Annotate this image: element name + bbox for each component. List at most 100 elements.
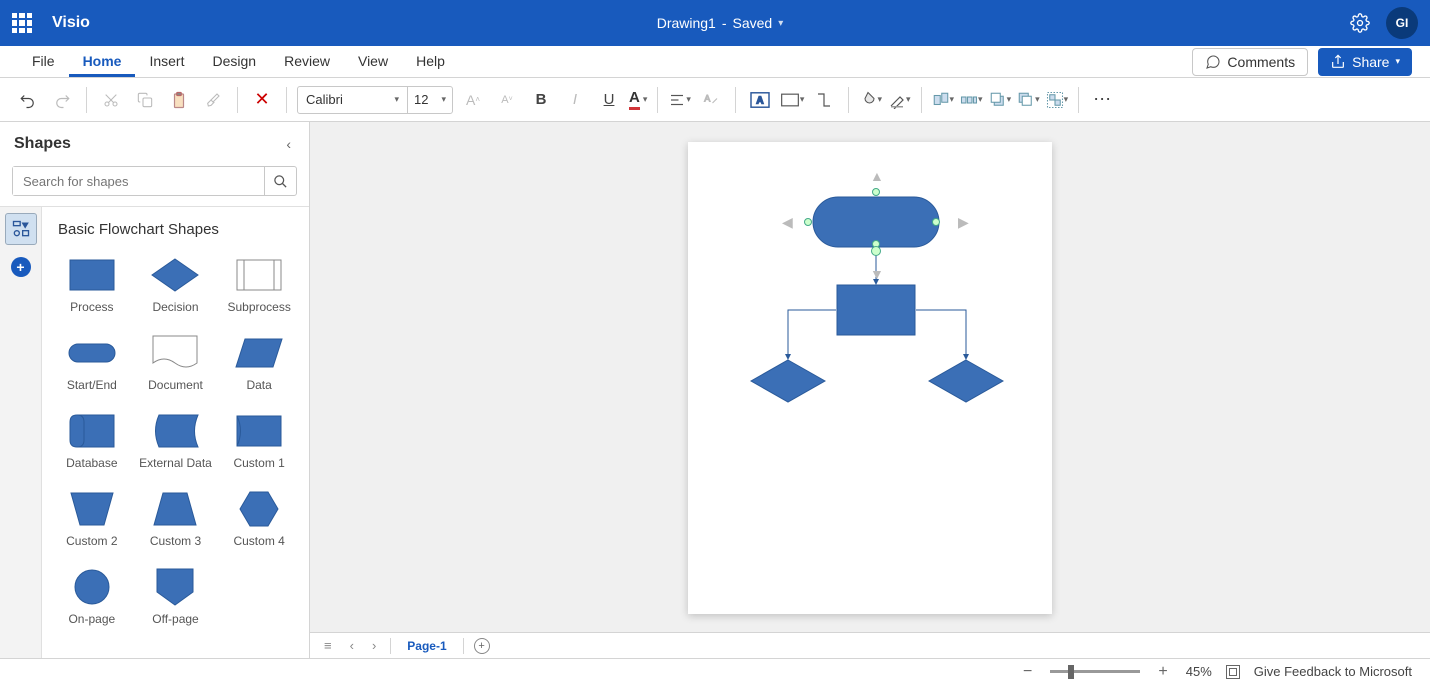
canvas-scroll[interactable]: ▲ ◀ ▶ ▼ xyxy=(310,122,1430,632)
prev-page-button[interactable]: ‹ xyxy=(346,638,358,653)
fit-to-window-button[interactable] xyxy=(1226,665,1240,679)
drawing-page[interactable]: ▲ ◀ ▶ ▼ xyxy=(688,142,1052,614)
selection-handle-bottom[interactable] xyxy=(871,246,881,256)
chevron-down-icon: ▾ xyxy=(906,94,911,105)
shape-item-decision[interactable]: Decision xyxy=(134,252,218,318)
settings-icon[interactable] xyxy=(1350,13,1370,33)
font-color-button[interactable]: A▾ xyxy=(629,89,647,110)
selection-handle[interactable] xyxy=(804,218,812,226)
bold-button[interactable]: B xyxy=(527,86,555,114)
subprocess-icon xyxy=(234,256,284,294)
redo-button[interactable] xyxy=(48,86,76,114)
arrange-align-button[interactable]: ▾ xyxy=(932,91,955,109)
group-button[interactable]: ▾ xyxy=(1046,91,1069,109)
selection-handle[interactable] xyxy=(872,188,880,196)
title-bar: Visio Drawing1 - Saved ▾ GI xyxy=(0,0,1430,46)
comments-button[interactable]: Comments xyxy=(1192,48,1308,76)
align-button[interactable]: ▾ xyxy=(668,91,691,109)
page-tab-1[interactable]: Page-1 xyxy=(401,639,452,653)
shape-label: Custom 3 xyxy=(150,534,201,548)
chevron-down-icon: ▾ xyxy=(877,94,882,105)
add-stencil-button[interactable]: + xyxy=(5,251,37,283)
menu-tab-design[interactable]: Design xyxy=(198,47,270,77)
shape-item-startend[interactable]: Start/End xyxy=(50,330,134,396)
canvas-shape-decision-2[interactable] xyxy=(750,359,826,403)
font-size-dropdown[interactable]: 12▾ xyxy=(408,87,452,113)
menu-tab-review[interactable]: Review xyxy=(270,47,344,77)
menu-tab-view[interactable]: View xyxy=(344,47,402,77)
grow-font-button[interactable]: A˄ xyxy=(459,86,487,114)
next-page-button[interactable]: › xyxy=(368,638,380,653)
zoom-out-button[interactable]: − xyxy=(1019,663,1036,681)
shape-style-button[interactable]: ▾ xyxy=(780,92,805,108)
shrink-font-button[interactable]: A˅ xyxy=(493,86,521,114)
shape-item-offpage[interactable]: Off-page xyxy=(134,564,218,630)
decision-icon xyxy=(150,256,200,294)
more-button[interactable]: ⋯ xyxy=(1089,86,1117,114)
autoconnect-arrow[interactable]: ◀ xyxy=(782,214,793,231)
fill-color-button[interactable]: ▾ xyxy=(859,91,882,109)
canvas-shape-decision-3[interactable] xyxy=(928,359,1004,403)
shape-item-subprocess[interactable]: Subprocess xyxy=(217,252,301,318)
connector-button[interactable] xyxy=(810,86,838,114)
menu-tab-home[interactable]: Home xyxy=(69,47,136,77)
data-icon xyxy=(234,334,284,372)
shape-label: Subprocess xyxy=(227,300,290,314)
text-orientation-button[interactable]: A xyxy=(697,86,725,114)
zoom-slider[interactable] xyxy=(1050,670,1140,673)
autoconnect-arrow[interactable]: ▲ xyxy=(870,168,884,184)
bring-front-button[interactable]: ▾ xyxy=(989,91,1012,109)
page-list-button[interactable]: ≡ xyxy=(320,638,336,653)
copy-button[interactable] xyxy=(131,86,159,114)
user-avatar[interactable]: GI xyxy=(1386,7,1418,39)
user-initials: GI xyxy=(1396,16,1409,30)
share-button[interactable]: Share ▾ xyxy=(1318,48,1412,76)
send-back-button[interactable]: ▾ xyxy=(1017,91,1040,109)
svg-text:A: A xyxy=(756,95,763,106)
menu-tab-file[interactable]: File xyxy=(18,47,69,77)
zoom-thumb[interactable] xyxy=(1068,665,1074,679)
format-painter-button[interactable] xyxy=(199,86,227,114)
shape-item-onpage[interactable]: On-page xyxy=(50,564,134,630)
stencil-tab-flowchart[interactable] xyxy=(5,213,37,245)
shape-item-document[interactable]: Document xyxy=(134,330,218,396)
autoconnect-arrow[interactable]: ▼ xyxy=(870,266,884,282)
search-button[interactable] xyxy=(264,167,296,195)
canvas-shape-process-1[interactable] xyxy=(836,284,916,336)
add-page-button[interactable]: + xyxy=(474,638,490,654)
main-area: Shapes ‹ + Basic Flowchart Shapes Proces… xyxy=(0,122,1430,658)
shape-item-extdata[interactable]: External Data xyxy=(134,408,218,474)
shape-item-custom4[interactable]: Custom 4 xyxy=(217,486,301,552)
shape-item-database[interactable]: Database xyxy=(50,408,134,474)
search-input[interactable] xyxy=(13,167,264,195)
paste-button[interactable] xyxy=(165,86,193,114)
line-color-button[interactable]: ▾ xyxy=(888,91,911,109)
document-title[interactable]: Drawing1 - Saved ▾ xyxy=(90,15,1350,31)
menu-tab-insert[interactable]: Insert xyxy=(135,47,198,77)
shape-item-custom2[interactable]: Custom 2 xyxy=(50,486,134,552)
ribbon-toolbar: ✕ Calibri▾ 12▾ A˄ A˅ B I U A▾ ▾ A A ▾ ▾ … xyxy=(0,78,1430,122)
text-box-button[interactable]: A xyxy=(746,86,774,114)
app-launcher-icon[interactable] xyxy=(12,13,32,33)
collapse-panel-button[interactable]: ‹ xyxy=(282,132,295,156)
delete-button[interactable]: ✕ xyxy=(248,86,276,114)
shape-item-custom1[interactable]: Custom 1 xyxy=(217,408,301,474)
feedback-link[interactable]: Give Feedback to Microsoft xyxy=(1254,664,1412,679)
underline-button[interactable]: U xyxy=(595,86,623,114)
shape-label: Decision xyxy=(152,300,198,314)
shape-item-custom3[interactable]: Custom 3 xyxy=(134,486,218,552)
zoom-in-button[interactable]: + xyxy=(1154,663,1171,681)
startend-icon xyxy=(67,334,117,372)
selection-handle[interactable] xyxy=(932,218,940,226)
shape-item-process[interactable]: Process xyxy=(50,252,134,318)
doc-name: Drawing1 xyxy=(657,15,716,31)
shape-item-data[interactable]: Data xyxy=(217,330,301,396)
menu-tab-help[interactable]: Help xyxy=(402,47,459,77)
undo-button[interactable] xyxy=(14,86,42,114)
cut-button[interactable] xyxy=(97,86,125,114)
position-button[interactable]: ▾ xyxy=(960,91,983,109)
font-family-dropdown[interactable]: Calibri▾ xyxy=(298,87,408,113)
shapes-panel-title: Shapes xyxy=(14,135,71,153)
autoconnect-arrow[interactable]: ▶ xyxy=(958,214,969,231)
italic-button[interactable]: I xyxy=(561,86,589,114)
